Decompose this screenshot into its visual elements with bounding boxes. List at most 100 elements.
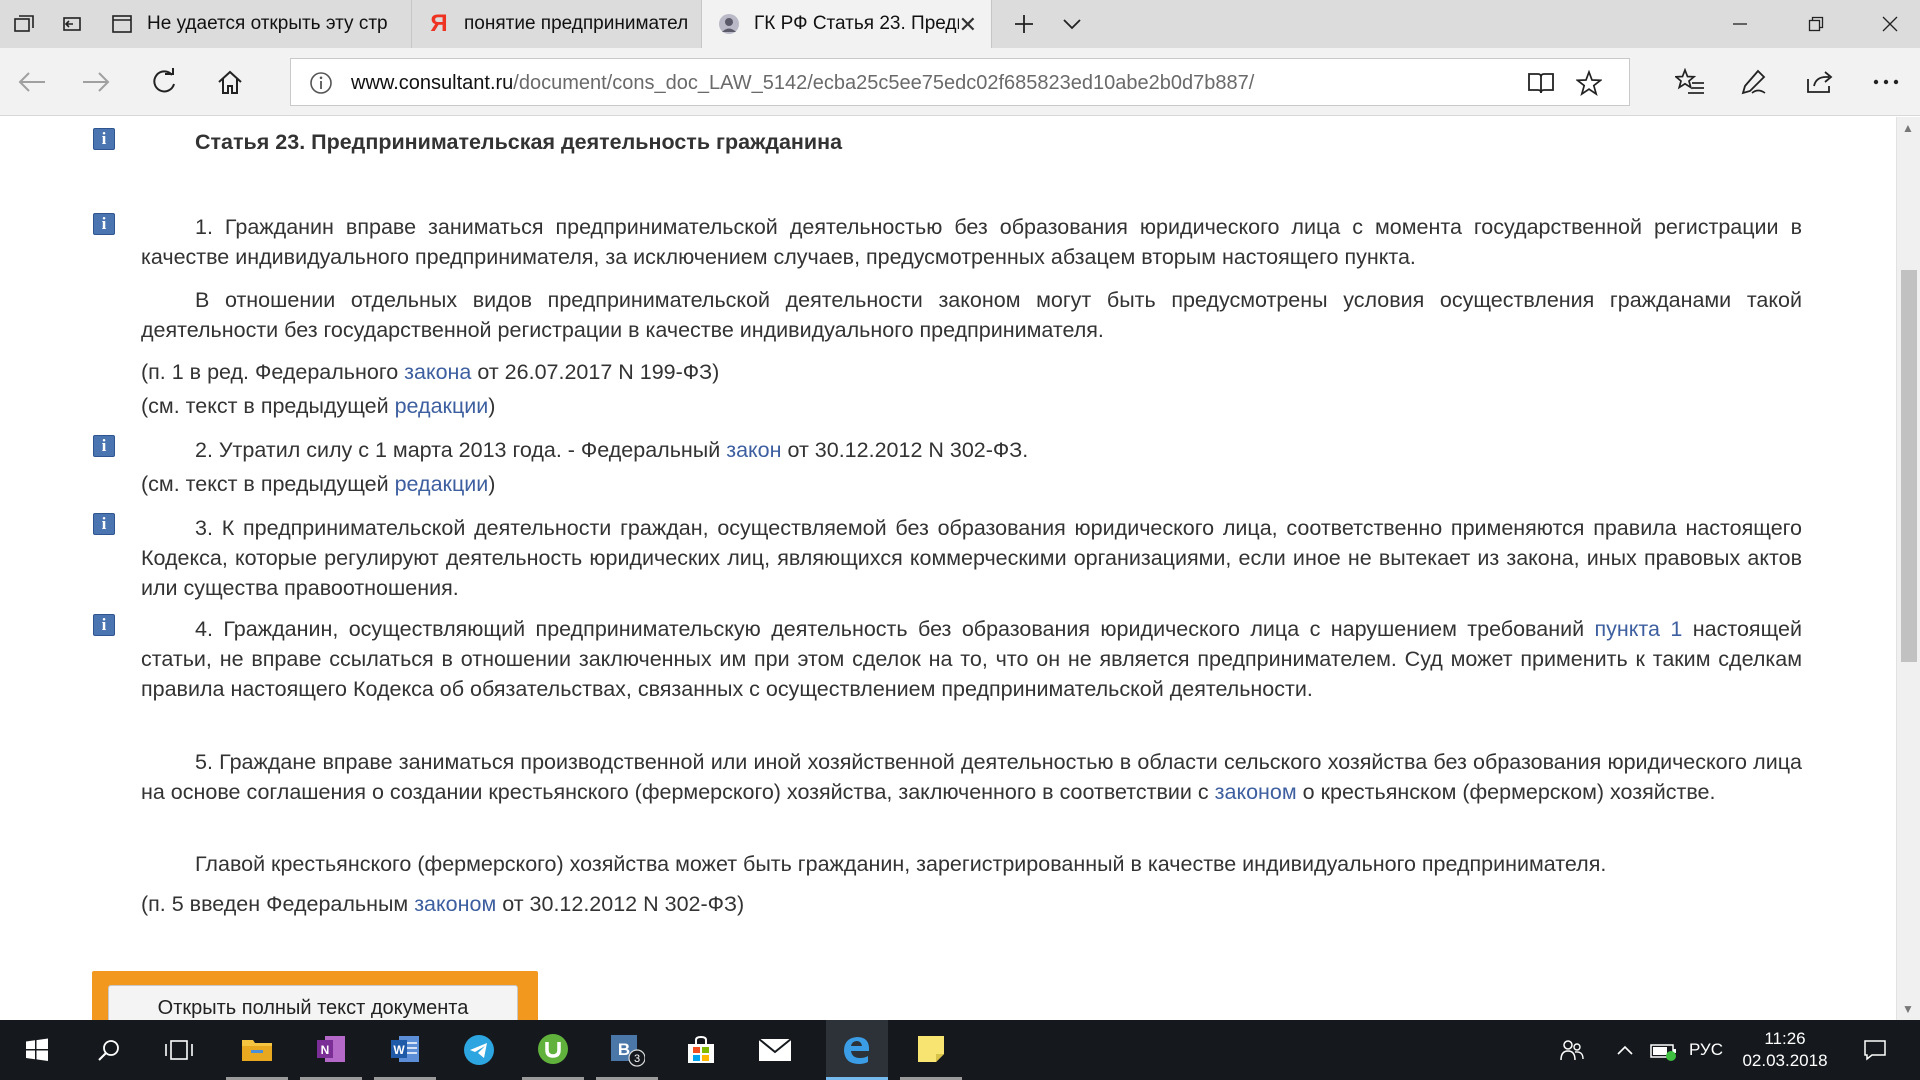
paragraph-3: 3. К предпринимательской деятельности гр… (141, 516, 1802, 600)
task-view-icon[interactable] (148, 1020, 210, 1080)
share-icon[interactable] (1800, 62, 1840, 102)
vertical-scrollbar[interactable]: ▲ ▼ (1896, 117, 1920, 1020)
url-path: /document/cons_doc_LAW_5142/ecba25c5ee75… (513, 72, 1255, 94)
more-menu-icon[interactable] (1866, 62, 1906, 102)
law-link[interactable]: закон (726, 438, 781, 462)
battery-icon[interactable] (1644, 1020, 1684, 1080)
paragraph-5-second: Главой крестьянского (фермерского) хозяй… (195, 852, 1607, 876)
scroll-up-arrow-icon[interactable]: ▲ (1902, 121, 1914, 135)
search-icon[interactable] (78, 1020, 140, 1080)
url-host: www.consultant.ru (351, 72, 514, 94)
tab-consultant[interactable]: ГК РФ Статья 23. Предп ✕ (702, 0, 992, 48)
open-full-text-button[interactable]: Открыть полный текст документа (108, 985, 518, 1020)
new-tab-icon[interactable] (1010, 10, 1038, 38)
forward-button[interactable] (76, 62, 116, 102)
previous-edition-note-2: (см. текст в предыдущей редакции) (141, 469, 1802, 499)
clock-date: 02.03.2018 (1742, 1051, 1828, 1070)
paragraph-5: 5. Граждане вправе заниматься производст… (141, 747, 1802, 807)
note-text: (п. 1 в ред. Федерального (141, 360, 405, 384)
info-icon[interactable]: i (93, 213, 115, 235)
scroll-down-arrow-icon[interactable]: ▼ (1902, 1002, 1914, 1016)
site-info-icon[interactable] (309, 71, 333, 100)
law-link[interactable]: законом (1215, 780, 1297, 804)
hidden-icons-chevron-icon[interactable] (1610, 1020, 1640, 1080)
svg-text:W: W (393, 1043, 405, 1057)
paragraph-text: от 30.12.2012 N 302-ФЗ. (781, 438, 1029, 462)
favorite-star-icon[interactable] (1575, 69, 1603, 97)
close-window-button[interactable] (1860, 0, 1920, 48)
info-icon[interactable]: i (93, 513, 115, 535)
edition-link[interactable]: редакции (395, 472, 489, 496)
paragraph-4: 4. Гражданин, осуществляющий предпринима… (141, 614, 1802, 704)
tab-preview-chevron-icon[interactable] (1058, 10, 1086, 38)
store-icon[interactable] (670, 1020, 732, 1080)
utorrent-icon[interactable] (522, 1020, 584, 1080)
note-text: (см. текст в предыдущей (141, 394, 395, 418)
mail-icon[interactable] (744, 1020, 806, 1080)
people-icon[interactable] (1552, 1020, 1592, 1080)
start-button[interactable] (6, 1020, 68, 1080)
windows-taskbar: N W B3 РУС 11:26 02.03.2018 (0, 1020, 1920, 1080)
favorites-hub-icon[interactable] (1670, 62, 1710, 102)
tab-strip: Не удается открыть эту стр Я понятие пре… (0, 0, 1920, 48)
file-explorer-icon[interactable] (226, 1020, 288, 1080)
language-label: РУС (1688, 1040, 1724, 1059)
tab-list-icon[interactable] (10, 10, 38, 38)
back-button[interactable] (12, 62, 52, 102)
system-clock[interactable]: 11:26 02.03.2018 (1730, 1028, 1840, 1072)
scrollbar-thumb[interactable] (1901, 269, 1917, 662)
action-center-icon[interactable] (1850, 1020, 1900, 1080)
law-link[interactable]: закона (404, 360, 471, 384)
info-icon[interactable]: i (93, 128, 115, 150)
note-text: ) (488, 472, 496, 496)
note-text: ) (488, 394, 496, 418)
note-text: от 30.12.2012 N 302-ФЗ) (496, 892, 745, 916)
note-text: (п. 5 введен Федеральным (141, 892, 415, 916)
consultant-icon (718, 13, 740, 35)
paragraph-1-second: В отношении отдельных видов предпринимат… (141, 288, 1802, 342)
edge-browser-icon[interactable] (826, 1020, 888, 1080)
previous-edition-note-1: (см. текст в предыдущей редакции) (141, 391, 1802, 421)
minimize-button[interactable] (1710, 0, 1770, 48)
vk-notification-badge: 3 (634, 1053, 640, 1065)
paragraph-1: 1. Гражданин вправе заниматься предприни… (141, 215, 1802, 269)
info-icon[interactable]: i (93, 435, 115, 457)
amendment-note-5: (п. 5 введен Федеральным законом от 30.1… (141, 889, 1802, 919)
reading-view-icon[interactable] (1527, 69, 1555, 97)
clause-link[interactable]: пункта 1 (1595, 617, 1683, 641)
url-text[interactable]: www.consultant.ru/document/cons_doc_LAW_… (351, 72, 1254, 95)
vk-icon[interactable]: B3 (596, 1020, 658, 1080)
svg-text:N: N (321, 1043, 330, 1057)
document-content: i Статья 23. Предпринимательская деятель… (0, 117, 1896, 1020)
web-note-pen-icon[interactable] (1734, 62, 1774, 102)
onenote-icon[interactable]: N (300, 1020, 362, 1080)
set-aside-tabs-icon[interactable] (58, 10, 86, 38)
language-indicator[interactable]: РУС (1684, 1020, 1728, 1080)
amendment-note-1: (п. 1 в ред. Федерального закона от 26.0… (141, 357, 1802, 387)
vk-letter: B (618, 1040, 630, 1059)
tab-yandex[interactable]: Я понятие предпринимател (412, 0, 702, 48)
address-bar[interactable]: www.consultant.ru/document/cons_doc_LAW_… (290, 58, 1630, 106)
telegram-icon[interactable] (448, 1020, 510, 1080)
note-text: от 26.07.2017 N 199-ФЗ) (471, 360, 720, 384)
sticky-notes-icon[interactable] (900, 1020, 962, 1080)
paragraph-text: 4. Гражданин, осуществляющий предпринима… (195, 617, 1595, 641)
word-icon[interactable]: W (374, 1020, 436, 1080)
paragraph-text: о крестьянском (фермерском) хозяйстве. (1296, 780, 1716, 804)
tab-title: ГК РФ Статья 23. Предп (754, 13, 959, 34)
law-link[interactable]: законом (414, 892, 496, 916)
restore-button[interactable] (1786, 0, 1846, 48)
open-full-text-frame: Открыть полный текст документа (92, 971, 538, 1020)
note-text: (см. текст в предыдущей (141, 472, 395, 496)
paragraph-text: 2. Утратил силу с 1 марта 2013 года. - Ф… (195, 438, 727, 462)
tab-error-page[interactable]: Не удается открыть эту стр (95, 0, 412, 48)
edition-link[interactable]: редакции (395, 394, 489, 418)
refresh-button[interactable] (144, 62, 184, 102)
navigation-bar: www.consultant.ru/document/cons_doc_LAW_… (0, 48, 1920, 116)
close-tab-icon[interactable]: ✕ (959, 12, 977, 38)
info-icon[interactable]: i (93, 614, 115, 636)
home-button[interactable] (210, 62, 250, 102)
clock-time: 11:26 (1764, 1029, 1806, 1048)
tab-title: Не удается открыть эту стр (147, 13, 388, 34)
page-icon (111, 13, 133, 35)
